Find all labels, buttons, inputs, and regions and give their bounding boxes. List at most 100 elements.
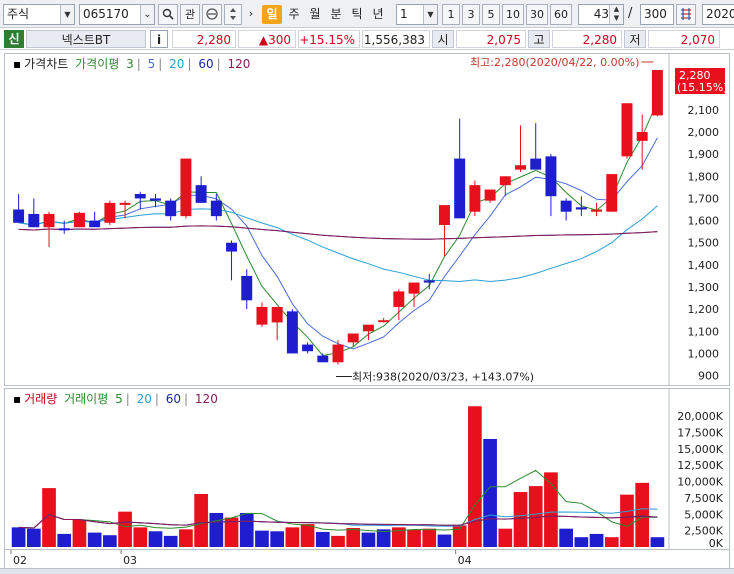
- price-y-tick-1: 1,000: [688, 347, 720, 360]
- settings-button[interactable]: [676, 4, 696, 25]
- candle-body: [499, 176, 511, 186]
- candle-body: [469, 185, 481, 212]
- stepper-button[interactable]: [224, 4, 242, 25]
- candle-body: [636, 132, 648, 141]
- interval-select[interactable]: 1 ▼: [396, 4, 438, 25]
- quote-bar: 신 넥스트BT i 2,280 ▲300 +15.15% 1,556,383 시…: [0, 28, 734, 50]
- open-label: 시: [432, 30, 454, 48]
- candle-body: [362, 324, 374, 332]
- legend-ma20: 20: [169, 57, 185, 71]
- period-tab-tick[interactable]: 틱: [347, 5, 367, 24]
- candle-body: [438, 205, 450, 225]
- spin-icon: ▲ ▼: [609, 5, 623, 24]
- candle-body: [104, 202, 116, 223]
- period-tab-week[interactable]: 주: [284, 5, 304, 24]
- ma5-line: [18, 137, 658, 350]
- candle-body: [515, 165, 526, 170]
- period-tab-year[interactable]: 년: [368, 5, 388, 24]
- interval-select-value: 1: [400, 7, 408, 21]
- date-label-03: 03: [123, 554, 137, 567]
- price-y-tick-5: 1,400: [688, 259, 720, 272]
- code-input-value: 065170: [83, 7, 129, 21]
- volume-bar: [87, 532, 102, 547]
- watch-button[interactable]: 관: [180, 4, 200, 25]
- vol-ma20-line: [18, 508, 658, 529]
- price-y-tick-12: 2,100: [688, 104, 720, 117]
- period-tab-minute[interactable]: 분: [326, 5, 346, 24]
- date-label-04: 04: [458, 554, 472, 567]
- candle-body: [378, 320, 390, 323]
- volume-bar: [285, 527, 300, 547]
- ma60-line: [18, 225, 658, 240]
- volume-bar: [635, 482, 650, 547]
- info-button[interactable]: i: [150, 30, 168, 48]
- candle-body: [13, 209, 25, 223]
- low-label: 저: [624, 30, 646, 48]
- candle-body: [271, 306, 283, 323]
- legend-vol-ma-title: 거래이평: [64, 392, 109, 406]
- count-input[interactable]: 43 ▲ ▼: [578, 4, 624, 25]
- legend-ma3: 3: [126, 57, 134, 71]
- candle-body: [150, 198, 161, 201]
- date-input[interactable]: 2020/: [702, 4, 734, 25]
- stock-name[interactable]: 넥스트BT: [26, 30, 146, 48]
- volume-bar: [118, 511, 132, 547]
- candle-body: [317, 355, 329, 363]
- volume-y-tick-0: 0K: [709, 537, 724, 549]
- ma120-line: [18, 225, 658, 240]
- volume-bar: [239, 512, 254, 547]
- volume-bar: [620, 494, 634, 547]
- legend-marker-icon: ▪: [13, 392, 22, 406]
- interval-3-button[interactable]: 3: [462, 4, 480, 25]
- candle-body: [241, 275, 253, 301]
- volume-bar: [589, 533, 604, 547]
- interval-1-button[interactable]: 1: [442, 4, 460, 25]
- code-input[interactable]: 065170 ⌄: [79, 4, 155, 25]
- candle-body: [651, 70, 663, 116]
- candle-body: [119, 202, 131, 205]
- volume-bar: [255, 530, 269, 547]
- interval-30-button[interactable]: 30: [526, 4, 548, 25]
- price-y-tick-0: 900: [698, 370, 719, 383]
- candle-body: [545, 156, 557, 197]
- candle-body: [43, 213, 55, 228]
- price-chart-panel[interactable]: 900 1,000 1,100 1,200 1,300 1,400 1,500 1,600 1,…: [4, 53, 730, 386]
- candle-body: [180, 158, 192, 217]
- candle-body: [606, 174, 618, 212]
- date-axis-svg: 02 03 04: [10, 550, 472, 567]
- volume-y-tick-4: 10,000K: [677, 476, 723, 489]
- candle-body: [530, 158, 542, 170]
- interval-5-button[interactable]: 5: [482, 4, 500, 25]
- volume-bar: [559, 528, 573, 547]
- volume-chart-panel[interactable]: 0K 2,500K 5,000K 7,500K 10,000K 12,500K 15,000…: [4, 388, 730, 550]
- volume-bar: [300, 524, 315, 547]
- interval-10-button[interactable]: 10: [502, 4, 524, 25]
- legend-vol-ma5: 5: [115, 392, 123, 406]
- candle-body: [28, 213, 40, 228]
- price-change: ▲300: [238, 30, 296, 48]
- price-y-tick-7: 1,600: [688, 215, 720, 228]
- horizontal-scrollbar[interactable]: [0, 568, 734, 574]
- search-button[interactable]: [158, 4, 178, 25]
- volume-y-tick-3: 7,500K: [684, 492, 723, 505]
- period-tab-day[interactable]: 일: [262, 5, 282, 24]
- legend-volume-title: 거래량: [24, 392, 58, 406]
- refresh-button[interactable]: [202, 4, 222, 25]
- low-value: 2,070: [648, 30, 720, 48]
- price-y-tick-8: 1,700: [688, 192, 720, 205]
- menu-chevron-icon[interactable]: ›: [244, 4, 258, 25]
- legend-marker-icon: ▪: [13, 57, 22, 71]
- volume-bar: [26, 528, 41, 547]
- price-chart[interactable]: 900 1,000 1,100 1,200 1,300 1,400 1,500 1,600 1,…: [5, 54, 729, 385]
- refresh-icon: [206, 8, 218, 20]
- volume-y-tick-8: 20,000K: [677, 410, 723, 423]
- legend-vol-ma20: 20: [136, 392, 152, 406]
- volume-bar: [574, 537, 589, 547]
- period-tab-month[interactable]: 월: [305, 5, 325, 24]
- price-y-tick-11: 2,000: [688, 126, 720, 139]
- market-select[interactable]: 주식 ▼: [3, 4, 75, 25]
- volume-chart[interactable]: 0K2,500K 5,000K 7,500K 10,000K 12,500K 15,000…: [5, 389, 729, 549]
- total-input[interactable]: 300: [640, 4, 674, 25]
- volume-bar: [133, 527, 148, 547]
- interval-60-button[interactable]: 60: [550, 4, 572, 25]
